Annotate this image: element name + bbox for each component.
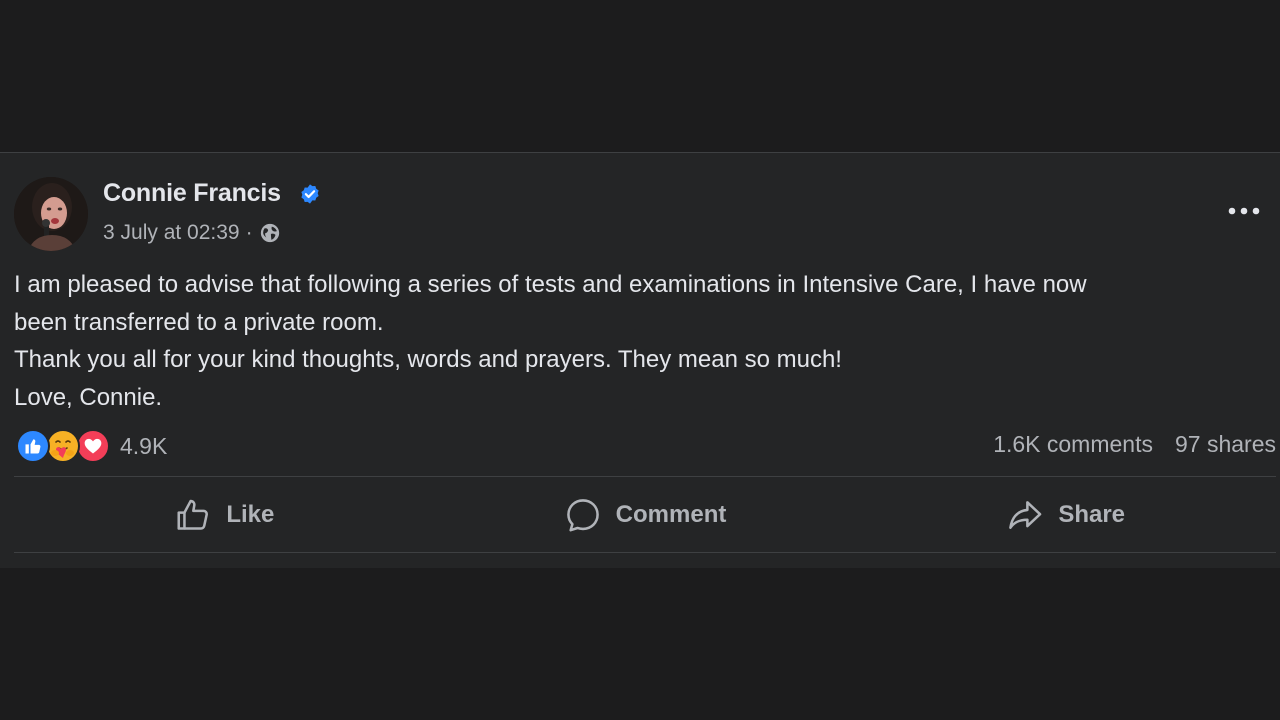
comments-count[interactable]: 1.6K comments (993, 431, 1153, 458)
post-header: Connie Francis 3 July at 02:39 · (14, 177, 1262, 253)
care-reaction-icon (46, 429, 80, 463)
post-body: I am pleased to advise that following a … (14, 266, 1264, 416)
shares-count[interactable]: 97 shares (1175, 431, 1276, 458)
love-reaction-icon (76, 429, 110, 463)
engagement-stats: 1.6K comments 97 shares (993, 431, 1276, 458)
action-bar: Like Comment Share (14, 478, 1276, 552)
comment-label: Comment (615, 501, 727, 528)
like-label: Like (226, 501, 275, 528)
post-body-line: been transferred to a private room. (14, 308, 384, 336)
post-body-line: I am pleased to advise that following a … (14, 271, 1087, 298)
meta-separator: · (245, 221, 253, 244)
post-timestamp[interactable]: 3 July at 02:39 (103, 221, 240, 245)
divider (14, 552, 1276, 553)
post-body-line: Thank you all for your kind thoughts, wo… (14, 346, 842, 373)
like-reaction-icon (16, 429, 50, 463)
share-button[interactable]: Share (855, 478, 1276, 552)
post-card: Connie Francis 3 July at 02:39 · I am pl… (0, 152, 1280, 568)
divider (14, 476, 1276, 477)
post-meta: 3 July at 02:39 · (103, 221, 281, 245)
comment-button[interactable]: Comment (435, 478, 856, 552)
share-label: Share (1058, 501, 1126, 528)
thumbs-up-icon (177, 499, 209, 530)
share-icon (1009, 501, 1042, 529)
avatar[interactable] (14, 177, 88, 251)
post-body-line: Love, Connie. (14, 383, 163, 411)
author-name[interactable]: Connie Francis (103, 179, 281, 208)
verified-badge-icon (301, 184, 319, 204)
globe-icon[interactable] (259, 222, 281, 244)
like-button[interactable]: Like (14, 478, 435, 552)
reaction-count[interactable]: 4.9K (120, 433, 167, 460)
reactions-summary[interactable]: 4.9K (16, 428, 167, 464)
comment-icon (566, 499, 599, 532)
more-options-icon[interactable] (1226, 197, 1262, 225)
